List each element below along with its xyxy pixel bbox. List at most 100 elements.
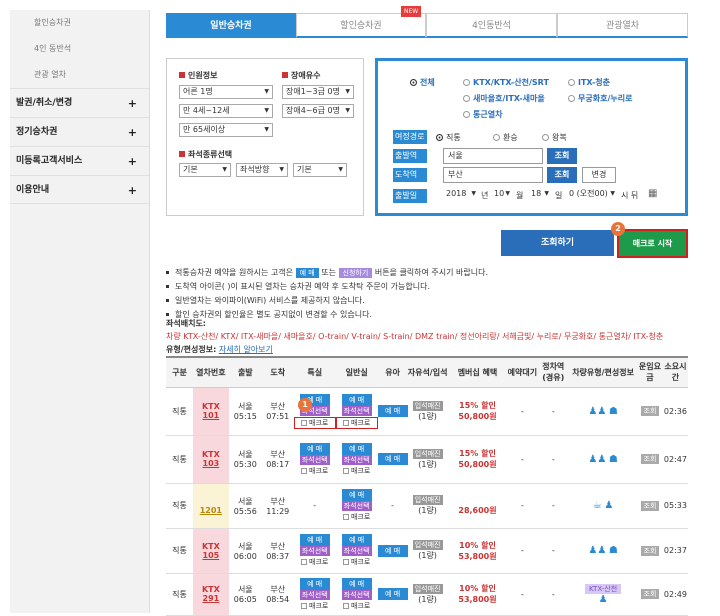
macro-checkbox[interactable]: 매크로	[336, 557, 378, 567]
route-direct[interactable]: 직통	[436, 132, 461, 143]
sidebar-menu-guide[interactable]: 이용안내 +	[10, 175, 149, 204]
legend-train-links[interactable]: 차량 KTX-산천/ KTX/ ITX-새마을/ 새마을호/ O-train/ …	[166, 331, 688, 344]
tab-tour-train[interactable]: 관광열차	[557, 13, 688, 38]
fare-lookup-button[interactable]: 조회	[640, 545, 660, 556]
seat-choice-button[interactable]: 좌석선택	[299, 589, 330, 600]
train-radio-saemaeul[interactable]: 새마을호/ITX-새마을	[463, 93, 545, 104]
train-number[interactable]: KTX 291	[192, 573, 229, 616]
reserve-button[interactable]: 예 매	[299, 534, 330, 546]
swap-stations-button[interactable]: 변경	[582, 167, 616, 183]
infant-reserve-button[interactable]: 예 매	[377, 544, 408, 557]
car-type-cell[interactable]: ☕ ♟	[569, 483, 637, 529]
car-type-cell[interactable]: ♟♟ ☗	[569, 528, 637, 574]
fare-lookup-button[interactable]: 조회	[640, 454, 660, 464]
tab-discount[interactable]: 할인승차권 NEW	[296, 6, 426, 38]
reserve-button[interactable]: 예 매	[341, 577, 372, 590]
col-stops: 정차역(경유)	[537, 356, 570, 388]
infant-reserve-button[interactable]: 예 매	[377, 588, 408, 600]
sidebar-menu-season[interactable]: 정기승차권 +	[10, 117, 149, 146]
day-select[interactable]: 18 ▼	[528, 188, 552, 202]
macro-checkbox[interactable]: 매크로	[335, 416, 378, 429]
reserve-button[interactable]: 예 매	[341, 393, 372, 406]
macro-checkbox[interactable]: 매크로	[336, 466, 378, 476]
seat-choice-button[interactable]: 좌석선택	[341, 454, 372, 465]
train-radio-all[interactable]: 전체	[410, 77, 435, 88]
car-type-cell[interactable]: ♟♟ ☗	[569, 387, 637, 436]
macro-checkbox[interactable]: 매크로	[294, 557, 336, 567]
seat-choice-button[interactable]: 좌석선택	[341, 501, 372, 511]
child-select[interactable]: 만 4세~12세 ▼	[179, 104, 273, 118]
tab-label: 할인승차권	[340, 21, 382, 31]
car-type-cell[interactable]: ♟♟ ☗	[569, 435, 637, 484]
seat-choice-button[interactable]: 좌석선택	[341, 405, 372, 416]
sidebar-menu-guest[interactable]: 미등록고객서비스 +	[10, 146, 149, 175]
senior-select[interactable]: 만 65세이상 ▼	[179, 123, 273, 137]
seat-choice-button[interactable]: 좌석선택	[341, 589, 372, 600]
col-infant: 유아	[377, 356, 408, 388]
notice-item: 도착역 아이콘( )이 표시된 열차는 승차권 예약 후 도착탁 주문이 가능합…	[166, 280, 688, 294]
col-departure[interactable]: 출발	[228, 356, 262, 388]
adult-select[interactable]: 어른 1명 ▼	[179, 85, 273, 99]
sidebar-subitem[interactable]: 관광 열차	[10, 62, 149, 88]
train-number[interactable]: KTX 103	[192, 435, 229, 484]
route-transfer[interactable]: 환승	[493, 132, 518, 143]
train-radio-commuter[interactable]: 통근열차	[463, 109, 502, 120]
car-type-cell[interactable]: KTX-산천 ♟	[569, 573, 637, 616]
seat-type-select[interactable]: 기본 ▼	[179, 163, 231, 177]
search-button[interactable]: 조회하기	[501, 230, 614, 256]
train-radio-mugunghwa[interactable]: 무궁화호/누리로	[568, 93, 632, 104]
train-number[interactable]: KTX 101	[192, 387, 229, 436]
train-number[interactable]: 1201	[192, 483, 229, 529]
checkbox-icon	[342, 467, 349, 474]
tab-family-seat[interactable]: 4인동반석	[426, 13, 557, 38]
fare-lookup-button[interactable]: 조회	[640, 500, 660, 511]
family-seat-icon: ☗	[608, 545, 618, 556]
seat-option-select[interactable]: 기본 ▼	[293, 163, 347, 177]
infant-cell: 예 매	[377, 573, 408, 616]
train-number[interactable]: KTX 105	[192, 528, 229, 574]
hour-select[interactable]: 0 (오전00) ▼	[566, 188, 618, 202]
train-radio-itx[interactable]: ITX-청춘	[568, 77, 610, 88]
reserve-button[interactable]: 예 매	[299, 442, 330, 455]
seat-choice-button[interactable]: 좌석선택	[299, 454, 330, 465]
reserve-button[interactable]: 예 매	[341, 489, 372, 501]
sidebar-subitem[interactable]: 할인승차권	[10, 10, 149, 36]
checkbox-icon	[342, 602, 349, 609]
reserve-button[interactable]: 예 매	[299, 577, 330, 590]
fare-lookup-button[interactable]: 조회	[640, 406, 660, 416]
menu-label: 이용안내	[16, 185, 50, 195]
macro-checkbox[interactable]: 매크로	[336, 512, 378, 522]
legend-info-link[interactable]: 자세히 알아보기	[219, 345, 273, 354]
sidebar-subitem[interactable]: 4인 동반석	[10, 36, 149, 62]
infant-reserve-button[interactable]: 예 매	[377, 453, 408, 465]
macro-start-button[interactable]: 매크로 시작	[617, 229, 688, 258]
year-select[interactable]: 2018 ▼	[443, 188, 479, 202]
special-seat-cell: 예 매 좌석선택 매크로	[293, 435, 336, 484]
route-round[interactable]: 왕복	[542, 132, 567, 143]
macro-checkbox[interactable]: 매크로	[294, 466, 336, 476]
macro-checkbox[interactable]: 매크로	[336, 601, 378, 611]
macro-checkbox[interactable]: 매크로	[293, 416, 336, 429]
departure-lookup-button[interactable]: 조회	[547, 148, 577, 164]
seat-choice-button[interactable]: 좌석선택	[299, 546, 330, 556]
disabled13-select[interactable]: 장애1~3급 0명 ▼	[282, 85, 354, 99]
tab-general[interactable]: 일반승차권	[166, 13, 296, 38]
infant-reserve-button[interactable]: 예 매	[377, 405, 408, 417]
col-arrival[interactable]: 도착	[261, 356, 294, 388]
sidebar-menu-ticketing[interactable]: 발권/취소/변경 +	[10, 88, 149, 117]
calendar-icon[interactable]: ▦	[648, 188, 657, 199]
disabled46-select[interactable]: 장애4~6급 0명 ▼	[282, 104, 354, 118]
macro-checkbox[interactable]: 매크로	[294, 601, 336, 611]
col-duration: 소요시간	[662, 356, 688, 388]
fare-lookup-button[interactable]: 조회	[640, 589, 660, 599]
train-radio-ktx[interactable]: KTX/KTX-산천/SRT	[463, 77, 549, 88]
departure-input[interactable]: 서울	[443, 148, 543, 164]
arrival-input[interactable]: 부산	[443, 167, 543, 183]
reserve-button[interactable]: 예 매	[341, 442, 372, 455]
arrival-lookup-button[interactable]: 조회	[547, 167, 577, 183]
infant-cell: -	[377, 483, 408, 529]
seat-direction-select[interactable]: 좌석방향 ▼	[236, 163, 288, 177]
reserve-button[interactable]: 예 매	[341, 534, 372, 546]
seat-choice-button[interactable]: 좌석선택	[341, 546, 372, 556]
month-select[interactable]: 10 ▼	[491, 188, 513, 202]
